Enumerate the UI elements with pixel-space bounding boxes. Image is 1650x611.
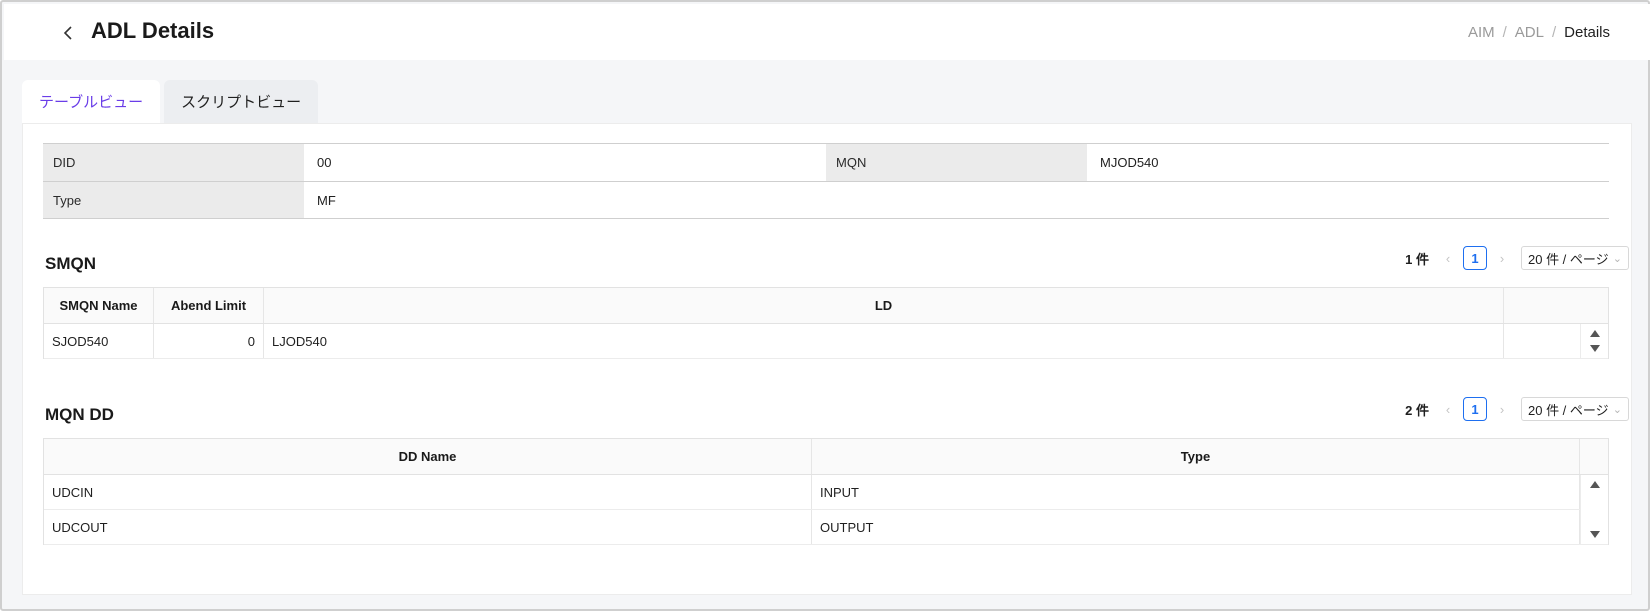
type-cell: OUTPUT (812, 510, 1580, 544)
page-header: ADL Details AIM / ADL / Details (4, 4, 1650, 60)
type-label: Type (43, 182, 304, 218)
dd-name-cell: UDCIN (44, 475, 812, 509)
mqn-dd-pagination: 2 件 ‹ 1 › 20 件 / ページ ⌄ (1405, 397, 1629, 421)
abend-limit-cell: 0 (154, 324, 264, 358)
chevron-left-icon[interactable]: ‹ (1443, 251, 1453, 266)
smqn-page-size-select[interactable]: 20 件 / ページ ⌄ (1521, 246, 1629, 270)
chevron-left-icon[interactable]: ‹ (1443, 402, 1453, 417)
scroll-header (1580, 439, 1608, 474)
vertical-scrollbar[interactable] (1580, 475, 1608, 544)
column-header-abend-limit[interactable]: Abend Limit (154, 288, 264, 323)
smqn-pagination: 1 件 ‹ 1 › 20 件 / ページ ⌄ (1405, 246, 1629, 270)
mqn-dd-table: DD Name Type UDCIN INPUT UDCOUT OUTPUT (43, 438, 1609, 545)
adl-info-table: DID 00 MQN MJOD540 Type MF (43, 143, 1609, 219)
scroll-header (1504, 288, 1532, 323)
table-header: SMQN Name Abend Limit LD (44, 288, 1608, 324)
breadcrumb-current: Details (1564, 24, 1610, 41)
mqn-label: MQN (826, 144, 1087, 181)
dd-name-cell: UDCOUT (44, 510, 812, 544)
back-button[interactable] (60, 22, 76, 44)
chevron-right-icon[interactable]: › (1497, 402, 1507, 417)
scroll-down-icon[interactable] (1590, 531, 1600, 538)
column-header-ld[interactable]: LD (264, 288, 1504, 323)
info-row: Type MF (43, 181, 1609, 218)
smqn-name-cell: SJOD540 (44, 324, 154, 358)
table-row[interactable]: UDCOUT OUTPUT (44, 510, 1608, 545)
view-tabs: テーブルビュー スクリプトビュー (22, 80, 319, 123)
chevron-down-icon: ⌄ (1612, 252, 1622, 265)
mqn-dd-page-1[interactable]: 1 (1463, 397, 1487, 421)
page-size-value: 20 件 / ページ (1528, 402, 1609, 418)
did-label: DID (43, 144, 304, 181)
vertical-scrollbar[interactable] (1580, 324, 1608, 358)
breadcrumb: AIM / ADL / Details (1468, 24, 1610, 41)
chevron-down-icon: ⌄ (1612, 403, 1622, 416)
column-header-smqn-name[interactable]: SMQN Name (44, 288, 154, 323)
mqn-value: MJOD540 (1087, 144, 1609, 181)
smqn-total-count: 1 件 (1405, 251, 1429, 267)
smqn-table: SMQN Name Abend Limit LD SJOD540 0 LJOD5… (43, 287, 1609, 359)
breadcrumb-adl[interactable]: ADL (1515, 24, 1544, 41)
info-row: DID 00 MQN MJOD540 (43, 144, 1609, 181)
tab-table-view[interactable]: テーブルビュー (22, 80, 161, 123)
type-value: MF (304, 182, 1609, 218)
scroll-up-icon[interactable] (1590, 481, 1600, 488)
table-header: DD Name Type (44, 439, 1608, 475)
scroll-down-icon[interactable] (1590, 345, 1600, 352)
tab-script-view[interactable]: スクリプトビュー (164, 80, 319, 123)
table-row[interactable]: UDCIN INPUT (44, 475, 1608, 510)
smqn-page-1[interactable]: 1 (1463, 246, 1487, 270)
breadcrumb-aim[interactable]: AIM (1468, 24, 1495, 41)
chevron-left-icon (63, 26, 72, 40)
mqn-dd-total-count: 2 件 (1405, 402, 1429, 418)
ld-cell: LJOD540 (264, 324, 1504, 358)
breadcrumb-separator: / (1551, 24, 1557, 41)
scroll-up-icon[interactable] (1590, 330, 1600, 337)
page-size-value: 20 件 / ページ (1528, 251, 1609, 267)
breadcrumb-separator: / (1502, 24, 1507, 41)
type-cell: INPUT (812, 475, 1580, 509)
page-title: ADL Details (91, 18, 215, 43)
table-view-panel: DID 00 MQN MJOD540 Type MF SMQN 1 件 ‹ 1 … (22, 123, 1632, 595)
app-frame: ADL Details AIM / ADL / Details テーブルビュー … (0, 0, 1650, 611)
table-row[interactable]: SJOD540 0 LJOD540 (44, 324, 1608, 359)
column-header-type[interactable]: Type (812, 439, 1580, 474)
mqn-dd-page-size-select[interactable]: 20 件 / ページ ⌄ (1521, 397, 1629, 421)
column-header-dd-name[interactable]: DD Name (44, 439, 812, 474)
mqn-dd-section-title: MQN DD (45, 405, 114, 424)
smqn-section-title: SMQN (45, 254, 96, 273)
did-value: 00 (304, 144, 826, 181)
chevron-right-icon[interactable]: › (1497, 251, 1507, 266)
